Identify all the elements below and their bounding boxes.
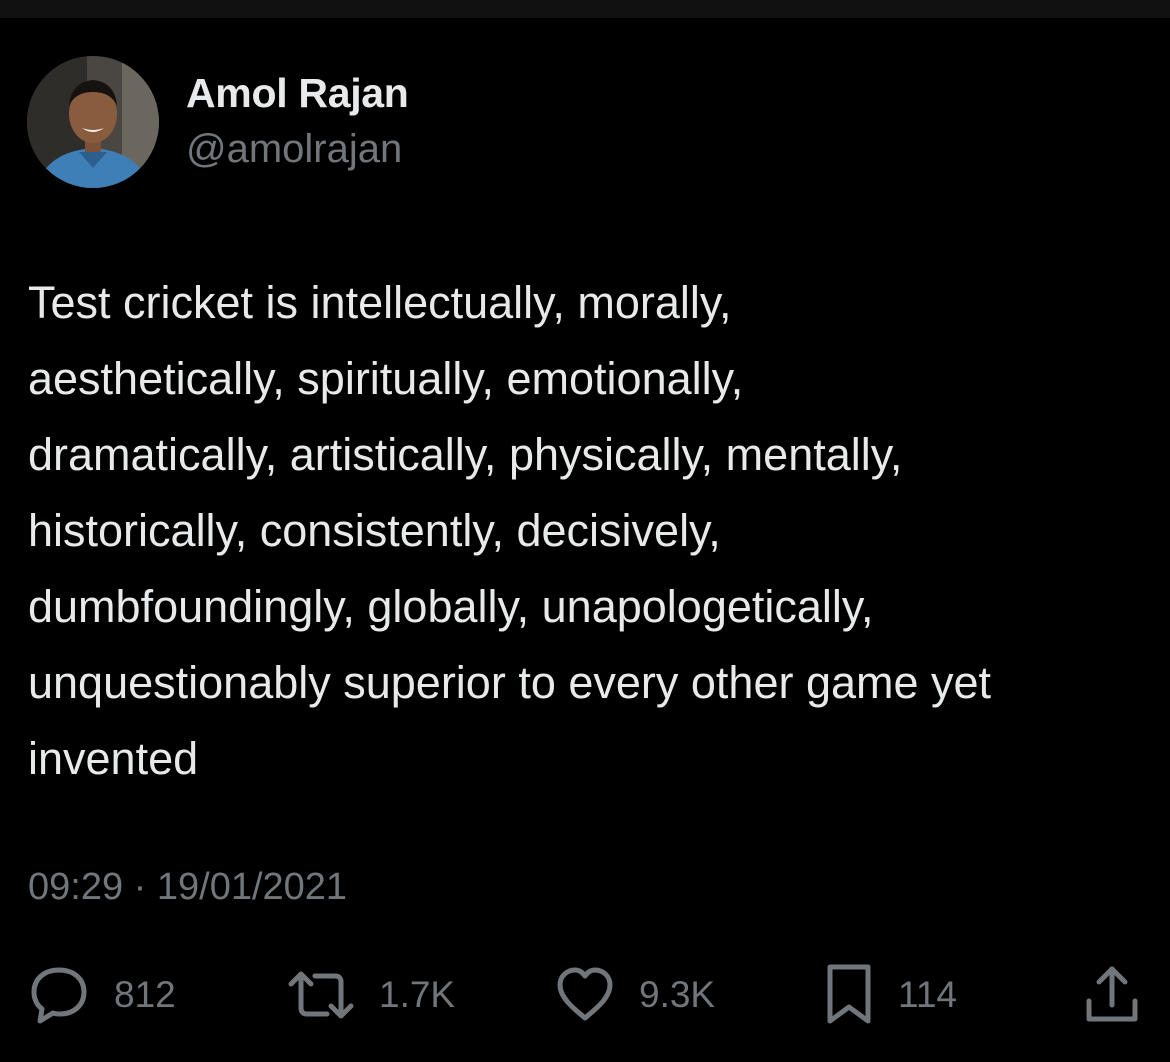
share-upload-icon — [1086, 966, 1138, 1022]
like-button[interactable]: 9.3K — [555, 960, 715, 1030]
bookmark-button[interactable]: 114 — [824, 960, 957, 1030]
top-strip — [0, 0, 1170, 18]
retweet-count: 1.7K — [379, 974, 456, 1015]
reply-count: 812 — [114, 974, 176, 1015]
retweet-arrows-icon — [288, 971, 354, 1019]
share-button[interactable] — [1084, 960, 1140, 1030]
bookmark-count: 114 — [898, 974, 957, 1015]
tweet-text-line: dumbfoundingly, globally, unapologetical… — [28, 581, 874, 632]
tweet-timestamp[interactable]: 09:29 · 19/01/2021 — [28, 866, 347, 909]
like-count: 9.3K — [639, 974, 716, 1015]
avatar[interactable] — [27, 56, 159, 188]
tweet-text-line: invented — [28, 733, 199, 784]
reply-button[interactable]: 812 — [28, 960, 176, 1030]
tweet-text-line: dramatically, artistically, physically, … — [28, 429, 903, 480]
tweet-text-line: unquestionably superior to every other g… — [28, 657, 992, 708]
retweet-button[interactable]: 1.7K — [287, 960, 455, 1030]
bookmark-icon — [827, 964, 871, 1024]
avatar-image — [27, 56, 159, 188]
tweet-text-line: Test cricket is intellectually, morally, — [28, 277, 732, 328]
action-bar: 812 1.7K 9.3K 114 — [0, 960, 1170, 1030]
tweet-text-line: historically, consistently, decisively, — [28, 505, 721, 556]
heart-icon — [557, 967, 613, 1021]
speech-bubble-icon — [31, 967, 87, 1024]
author-handle[interactable]: @amolrajan — [186, 127, 402, 172]
author-name[interactable]: Amol Rajan — [186, 70, 409, 117]
tweet-text-line: aesthetically, spiritually, emotionally, — [28, 353, 744, 404]
tweet-text: Test cricket is intellectually, morally,… — [28, 265, 1153, 797]
